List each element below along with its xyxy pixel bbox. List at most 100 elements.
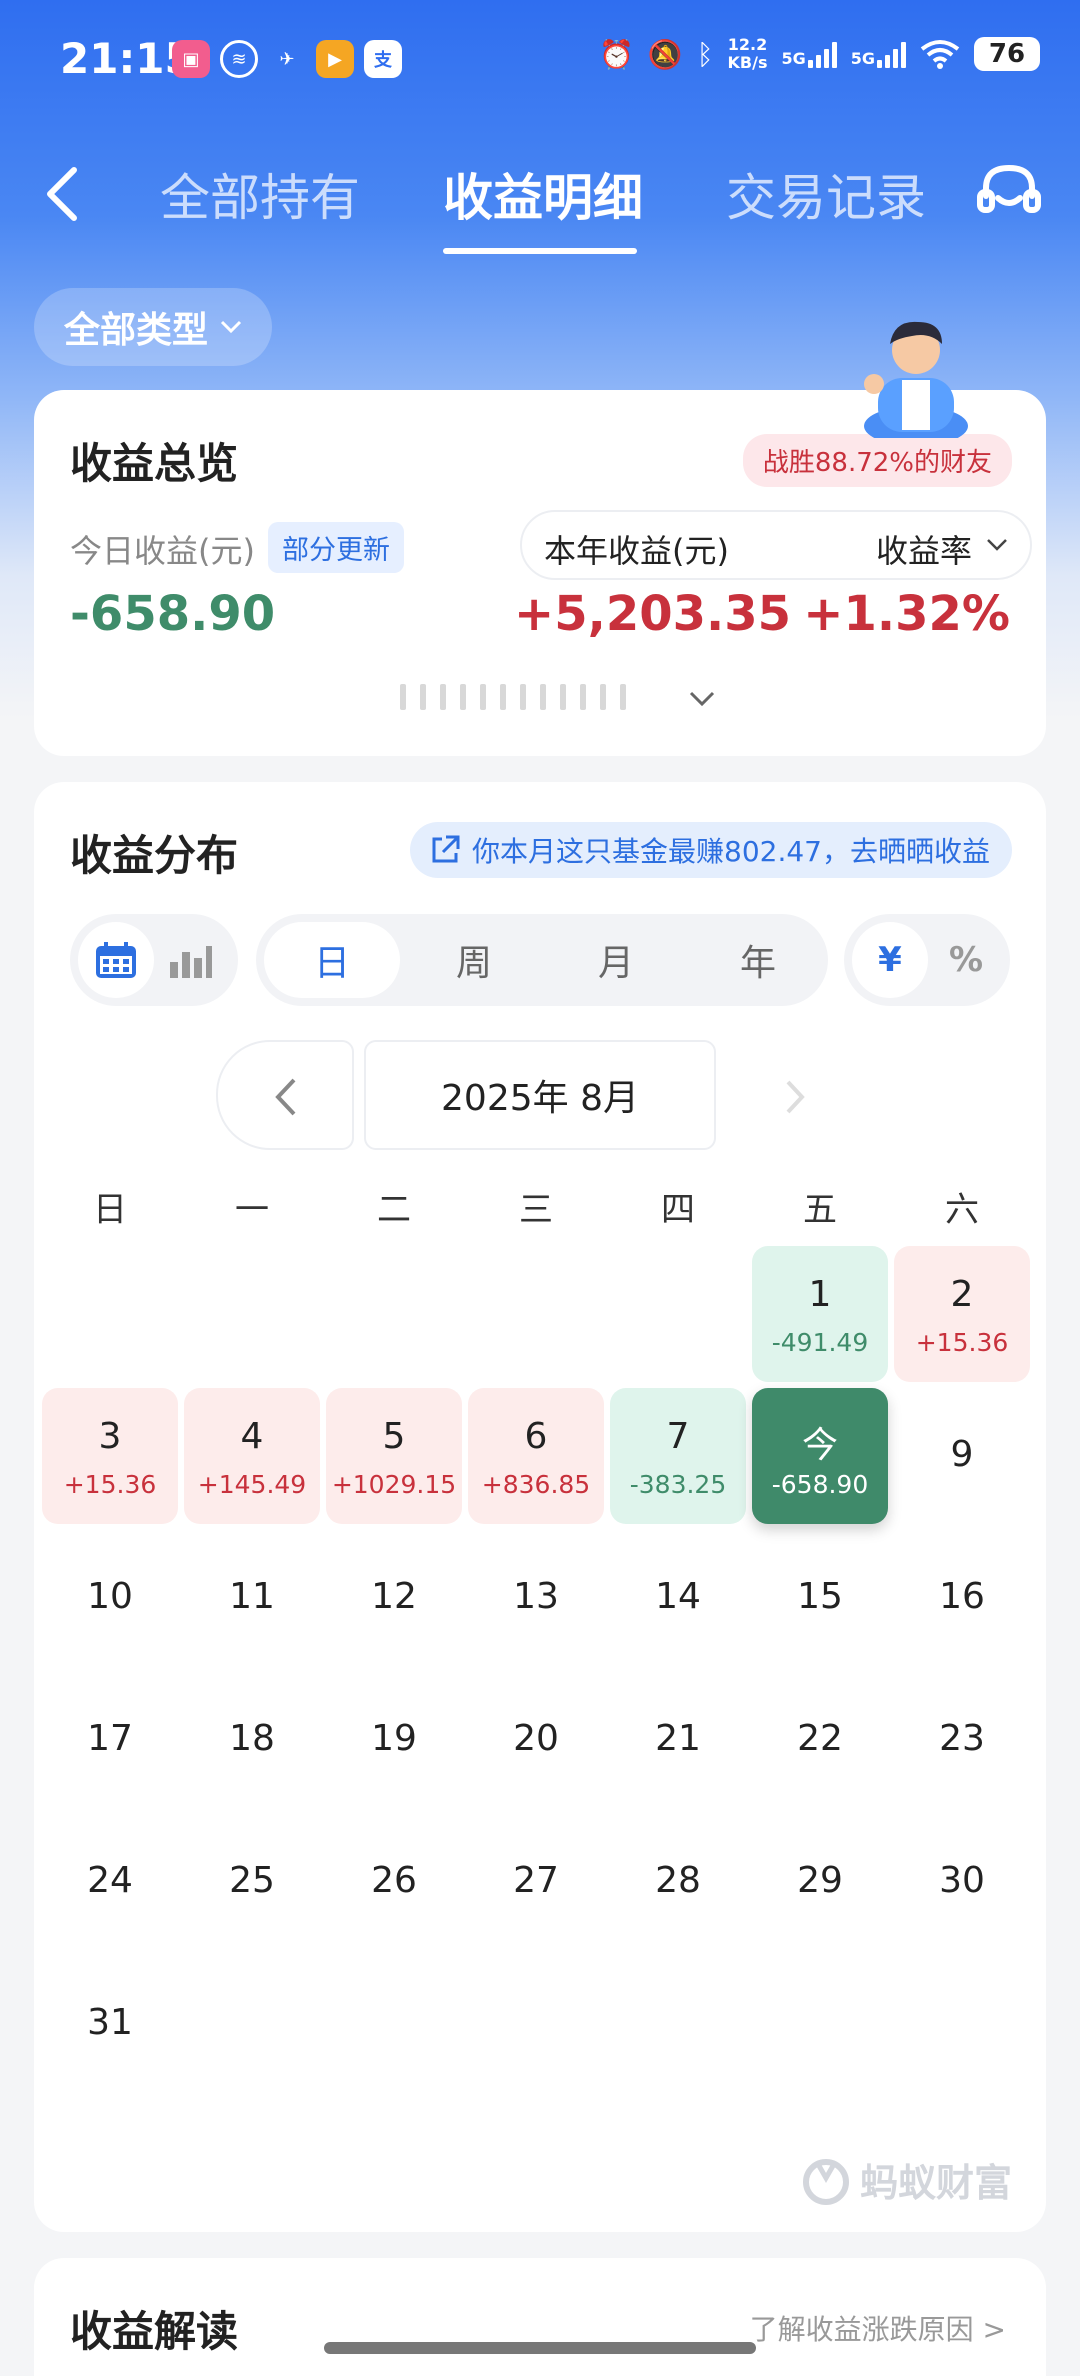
calendar-day[interactable]: 7 -383.25: [610, 1388, 746, 1524]
calendar-day[interactable]: 31: [42, 1956, 178, 2092]
calendar-day[interactable]: 24: [42, 1814, 178, 1950]
day-earnings-value: -658.90: [771, 1470, 869, 1499]
bird-app-icon: ✈: [279, 48, 295, 70]
calendar-day[interactable]: 11: [184, 1530, 320, 1666]
calendar-day[interactable]: 14: [610, 1530, 746, 1666]
signal-icon-2: 5G: [851, 40, 906, 68]
interpretation-link[interactable]: 了解收益涨跌原因 >: [750, 2308, 1006, 2348]
calendar-day[interactable]: 16: [894, 1530, 1030, 1666]
calendar-day[interactable]: 1 -491.49: [752, 1246, 888, 1382]
period-year[interactable]: 年: [690, 922, 826, 998]
day-number: 11: [229, 1576, 275, 1617]
net-speed: 12.2 KB/s: [727, 35, 768, 72]
notification-icons: ▣ ≋ ✈ ▶ 支: [172, 40, 402, 78]
previous-month-button[interactable]: [216, 1040, 354, 1150]
home-indicator[interactable]: [324, 2342, 756, 2354]
today-earnings-value: -658.90: [70, 586, 276, 642]
calendar-day[interactable]: 9: [894, 1388, 1030, 1524]
day-number: 19: [371, 1718, 417, 1759]
calendar-day[interactable]: 28: [610, 1814, 746, 1950]
type-filter-label: 全部类型: [64, 310, 209, 351]
calendar-day[interactable]: 10: [42, 1530, 178, 1666]
calendar-day[interactable]: 4 +145.49: [184, 1388, 320, 1524]
calendar-day[interactable]: 18: [184, 1672, 320, 1808]
calendar-icon: [96, 942, 136, 978]
calendar-day[interactable]: 17: [42, 1672, 178, 1808]
day-number: 15: [797, 1576, 843, 1617]
tab-earnings-detail[interactable]: 收益明细: [443, 158, 643, 230]
distribution-title: 收益分布: [70, 831, 239, 880]
calendar-day[interactable]: 30: [894, 1814, 1030, 1950]
calendar-day[interactable]: 26: [326, 1814, 462, 1950]
calendar-day[interactable]: 2 +15.36: [894, 1246, 1030, 1382]
customer-service-icon[interactable]: [974, 158, 1044, 228]
expand-chevron-icon[interactable]: [688, 690, 716, 708]
calendar-day-today[interactable]: 今 -658.90: [752, 1388, 888, 1524]
return-rate-label: 收益率: [875, 532, 972, 570]
signal-icon-1: 5G: [781, 40, 837, 68]
weekday-label: 一: [235, 1190, 269, 1230]
calendar-day[interactable]: 3 +15.36: [42, 1388, 178, 1524]
calendar-day[interactable]: 25: [184, 1814, 320, 1950]
back-arrow-icon[interactable]: [34, 156, 90, 232]
calendar-day[interactable]: 27: [468, 1814, 604, 1950]
current-month-label[interactable]: 2025年 8月: [364, 1040, 716, 1150]
weekday-label: 六: [945, 1190, 979, 1230]
chevron-left-icon: [275, 1078, 296, 1116]
mascot-illustration: [864, 321, 968, 438]
day-earnings-value: +1029.15: [331, 1470, 457, 1499]
mute-bell-icon: 🔕: [647, 37, 683, 71]
calendar-day[interactable]: 12: [326, 1530, 462, 1666]
earnings-interpretation-card[interactable]: 收益解读 了解收益涨跌原因 >: [34, 2258, 1046, 2376]
calendar-day[interactable]: 19: [326, 1672, 462, 1808]
day-number: 22: [797, 1718, 843, 1759]
period-day[interactable]: 日: [264, 922, 400, 998]
system-icons: ⏰ 🔕 ᛒ 12.2 KB/s 5G 5G 76: [599, 36, 1040, 72]
next-month-chevron-icon[interactable]: [774, 1072, 814, 1122]
unit-amount[interactable]: ¥: [852, 922, 928, 998]
share-banner-text: 你本月这只基金最赚802.47，去晒晒收益: [472, 835, 990, 868]
calendar-day[interactable]: 6 +836.85: [468, 1388, 604, 1524]
unit-percent[interactable]: %: [928, 922, 1004, 998]
calendar-day[interactable]: 5 +1029.15: [326, 1388, 462, 1524]
earnings-overview-card: 收益总览 战胜88.72%的财友 今日收益(元) 部分更新 本年收益(元) 收益…: [34, 390, 1046, 756]
active-tab-indicator: [443, 248, 637, 254]
overview-title: 收益总览: [70, 439, 239, 488]
bar-chart-view-button[interactable]: [152, 922, 228, 998]
app-notification-icon: ≋: [220, 40, 258, 78]
alarm-icon: ⏰: [598, 37, 634, 71]
weekday-label: 四: [661, 1190, 695, 1230]
calendar-view-button[interactable]: [78, 922, 154, 998]
day-number: 25: [229, 1860, 275, 1901]
year-earnings-label: 本年收益(元): [544, 532, 729, 570]
tab-transactions[interactable]: 交易记录: [726, 158, 926, 230]
day-earnings-value: -491.49: [771, 1328, 869, 1357]
share-external-icon: [432, 835, 460, 863]
type-filter-dropdown[interactable]: 全部类型: [34, 288, 273, 366]
calendar-day[interactable]: 23: [894, 1672, 1030, 1808]
period-month[interactable]: 月: [548, 922, 684, 998]
share-earnings-banner[interactable]: 你本月这只基金最赚802.47，去晒晒收益: [410, 822, 1012, 878]
year-earnings-selector[interactable]: 本年收益(元) 收益率: [520, 510, 1032, 580]
calendar-day[interactable]: 15: [752, 1530, 888, 1666]
day-number: 21: [655, 1718, 701, 1759]
calendar-day[interactable]: 13: [468, 1530, 604, 1666]
calendar-day[interactable]: 21: [610, 1672, 746, 1808]
day-number: 20: [513, 1718, 559, 1759]
calendar-day[interactable]: 20: [468, 1672, 604, 1808]
calendar-day[interactable]: 29: [752, 1814, 888, 1950]
calendar-day[interactable]: 22: [752, 1672, 888, 1808]
day-number: 17: [87, 1718, 133, 1759]
day-number: 12: [371, 1576, 417, 1617]
day-number: 27: [513, 1860, 559, 1901]
day-earnings-value: +15.36: [915, 1328, 1009, 1357]
chevron-down-icon: [220, 320, 242, 334]
day-number: 28: [655, 1860, 701, 1901]
alipay-icon: 支: [364, 40, 402, 78]
day-number: 29: [797, 1860, 843, 1901]
day-number: 26: [371, 1860, 417, 1901]
period-week[interactable]: 周: [406, 922, 542, 998]
tab-all-holdings[interactable]: 全部持有: [160, 158, 360, 230]
view-toggle: [70, 914, 238, 1006]
earnings-distribution-card: 收益分布 你本月这只基金最赚802.47，去晒晒收益 日 周 月 年 ¥ % 2…: [34, 782, 1046, 2232]
